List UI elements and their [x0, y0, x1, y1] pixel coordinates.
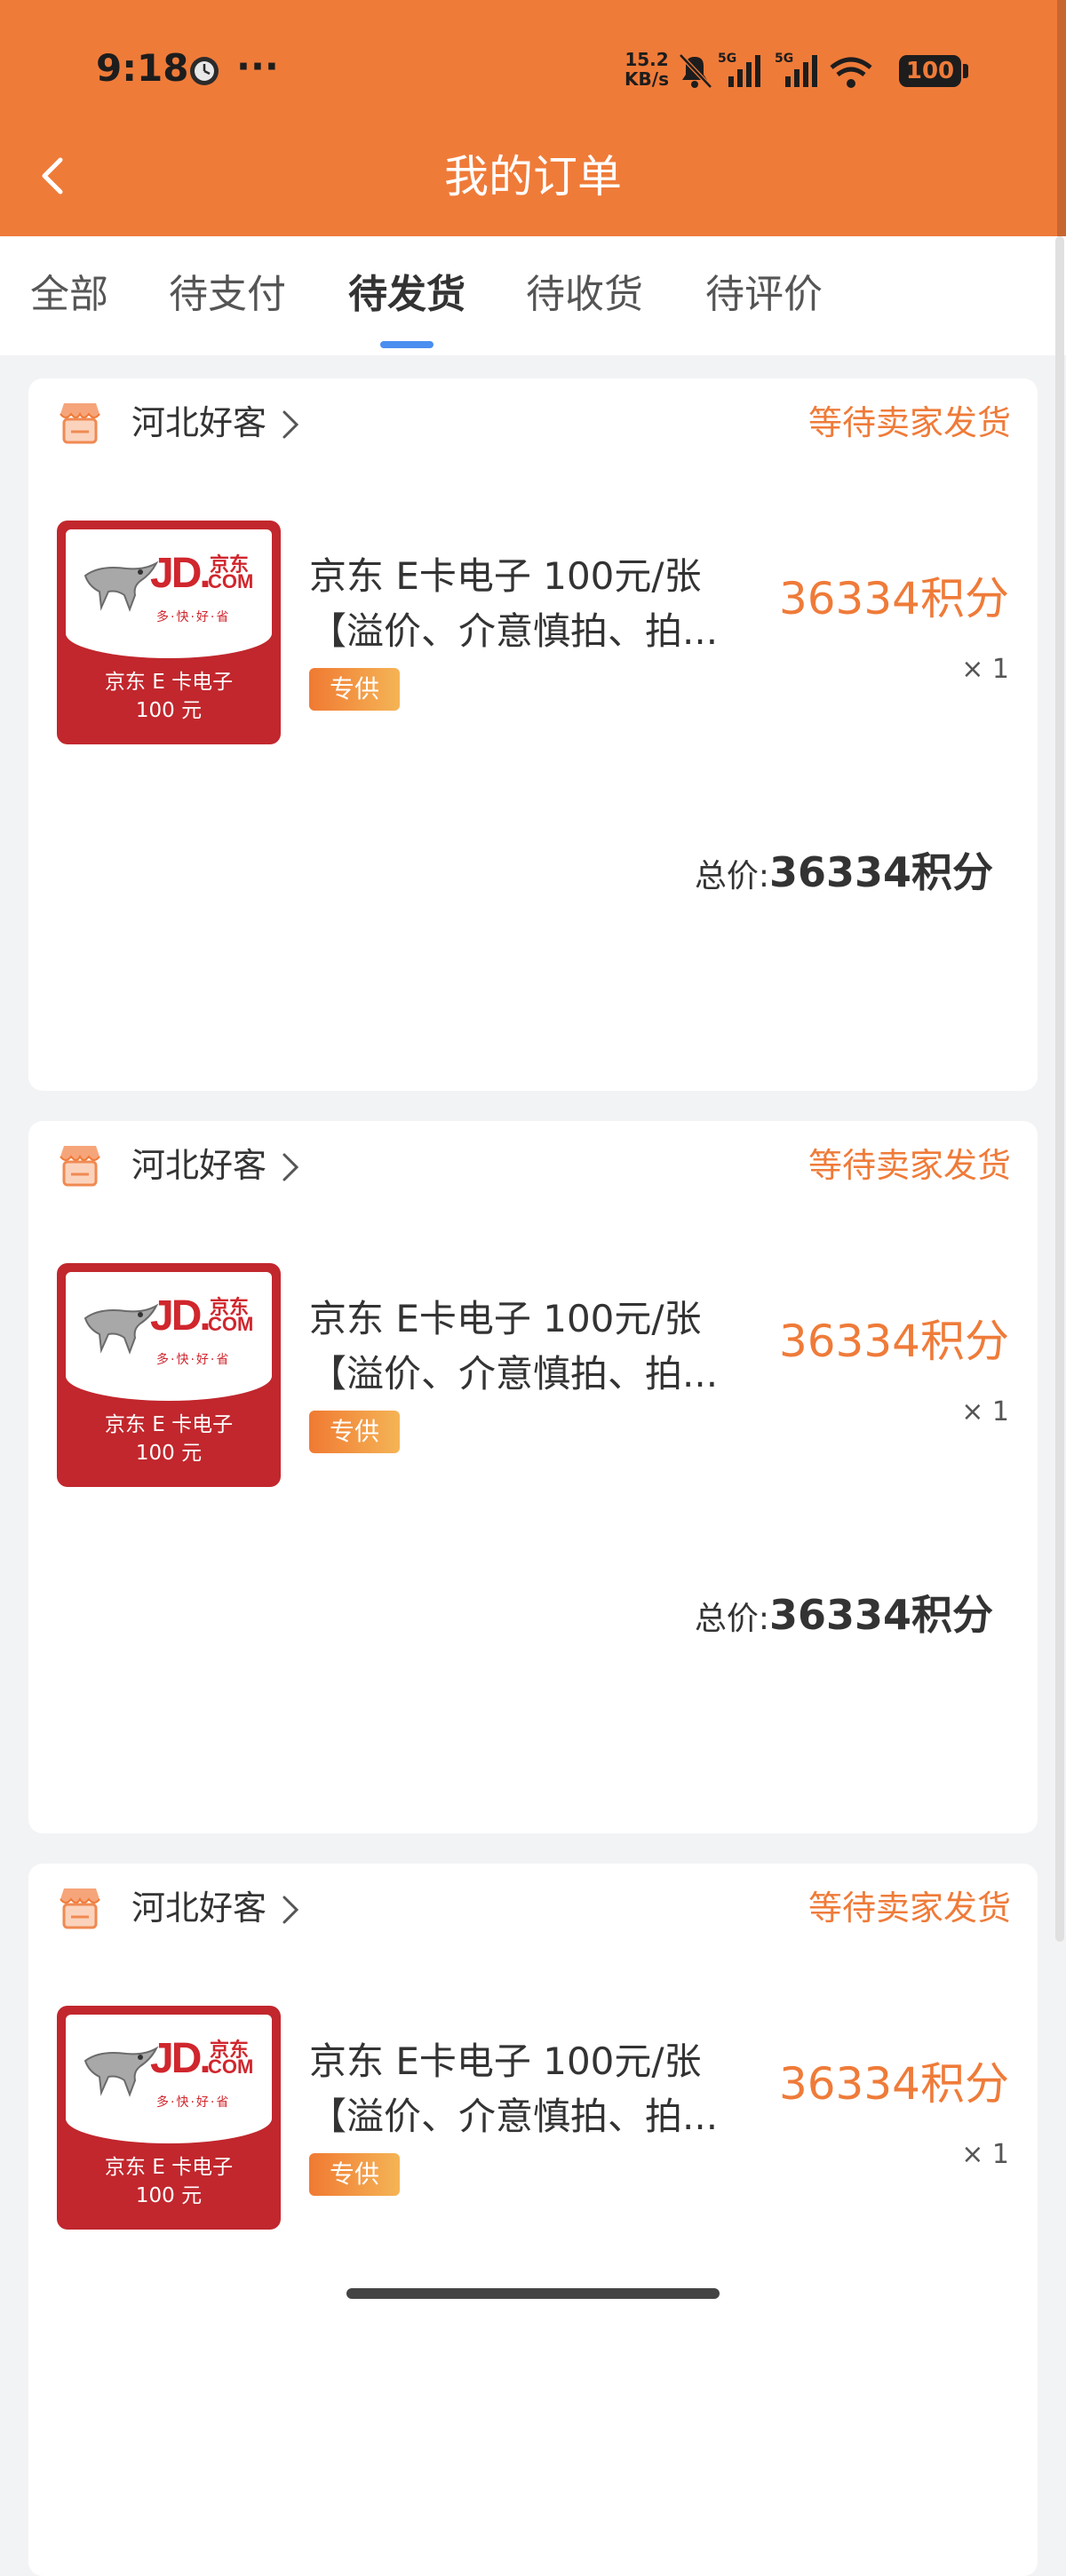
image-caption-line2: 100 元: [135, 699, 203, 722]
item-quantity: × 1: [961, 2139, 1009, 2170]
jd-wordmark: JD.: [150, 550, 211, 597]
store-name[interactable]: 河北好客: [131, 1141, 266, 1190]
jd-slogan: 多·快·好·省: [156, 610, 231, 624]
jd-logo: JD. 京东 COM 多·快·好·省: [66, 1272, 272, 1401]
product-title-line1: 京东 E卡电子 100元/张: [309, 554, 702, 598]
order-card[interactable]: 河北好客 等待卖家发货 JD. 京东 COM 多·快·好·省 京东 E 卡电子 …: [28, 1121, 1038, 1833]
status-time: 9:18: [96, 46, 189, 90]
status-bar: 9:18 ··· 15.2 KB/s 5G 5G 100: [0, 0, 1066, 142]
store-icon: [60, 1146, 100, 1187]
mute-bell-icon: [679, 53, 712, 89]
image-caption-line1: 京东 E 卡电子: [104, 2156, 234, 2179]
scrollbar[interactable]: [1055, 236, 1064, 1942]
total-label: 总价:: [694, 858, 769, 894]
jd-wordmark: JD.: [150, 1292, 211, 1340]
image-caption-line2: 100 元: [135, 1442, 203, 1465]
active-tab-indicator: [380, 341, 434, 348]
battery-icon: 100: [899, 55, 961, 87]
order-status: 等待卖家发货: [807, 1888, 1011, 1928]
signal-1-label: 5G: [718, 52, 736, 66]
network-speed-unit: KB/s: [624, 68, 669, 90]
chevron-right-icon[interactable]: [277, 407, 304, 442]
jd-slogan: 多·快·好·省: [156, 1353, 231, 1367]
jd-slogan: 多·快·好·省: [156, 2095, 231, 2110]
store-name[interactable]: 河北好客: [131, 398, 266, 448]
store-name[interactable]: 河北好客: [131, 1883, 266, 1933]
network-speed: 15.2 KB/s: [624, 50, 670, 89]
wifi-icon: [830, 57, 872, 88]
jd-com: COM: [208, 1313, 254, 1335]
order-card[interactable]: 河北好客 等待卖家发货 JD. 京东 COM 多·快·好·省 京东 E 卡电子 …: [28, 1864, 1038, 2576]
more-notifications-icon: ···: [236, 44, 279, 88]
product-title[interactable]: 京东 E卡电子 100元/张 【溢价、介意慎拍、拍...: [309, 2034, 780, 2144]
order-status: 等待卖家发货: [807, 403, 1011, 442]
app-header: 9:18 ··· 15.2 KB/s 5G 5G 100 我的订单: [0, 0, 1066, 236]
product-title[interactable]: 京东 E卡电子 100元/张 【溢价、介意慎拍、拍...: [309, 549, 780, 659]
home-indicator[interactable]: [346, 2288, 720, 2299]
product-title-line2: 【溢价、介意慎拍、拍...: [309, 1352, 719, 1395]
order-total: 总价:36334积分: [695, 1583, 993, 1642]
header-edge: [1057, 0, 1066, 236]
status-icons: 5G 5G: [679, 52, 872, 89]
order-card[interactable]: 河北好客 等待卖家发货 JD. 京东 COM 多·快·好·省 京东 E 卡电子 …: [28, 378, 1038, 1091]
product-image[interactable]: JD. 京东 COM 多·快·好·省 京东 E 卡电子 100 元: [57, 2006, 281, 2230]
image-caption: 京东 E 卡电子 100 元: [57, 1411, 281, 1467]
tab-pending-review[interactable]: 待评价: [705, 270, 823, 320]
clock-app-icon: [190, 57, 219, 85]
jd-logo: JD. 京东 COM 多·快·好·省: [66, 529, 272, 658]
image-caption-line1: 京东 E 卡电子: [104, 671, 234, 694]
item-price: 36334积分: [778, 573, 1009, 624]
exclusive-badge: 专供: [309, 1411, 400, 1453]
tab-pending-shipment[interactable]: 待发货: [348, 270, 465, 320]
total-label: 总价:: [694, 1601, 769, 1637]
jd-logo: JD. 京东 COM 多·快·好·省: [66, 2015, 272, 2143]
order-status: 等待卖家发货: [807, 1146, 1011, 1185]
order-tabs: 全部 待支付 待发货 待收货 待评价: [0, 236, 1066, 355]
image-caption-line1: 京东 E 卡电子: [104, 1413, 234, 1436]
product-title-line2: 【溢价、介意慎拍、拍...: [309, 2095, 719, 2138]
order-total: 总价:36334积分: [695, 840, 993, 899]
total-value: 36334积分: [768, 1591, 993, 1639]
item-quantity: × 1: [961, 654, 1009, 685]
product-image[interactable]: JD. 京东 COM 多·快·好·省 京东 E 卡电子 100 元: [57, 1263, 281, 1487]
item-quantity: × 1: [961, 1396, 1009, 1427]
tab-pending-payment[interactable]: 待支付: [169, 270, 286, 320]
jd-wordmark: JD.: [150, 2035, 211, 2082]
jd-com: COM: [208, 570, 254, 592]
image-caption: 京东 E 卡电子 100 元: [57, 2153, 281, 2210]
exclusive-badge: 专供: [309, 668, 400, 711]
total-value: 36334积分: [768, 848, 993, 896]
product-title-line1: 京东 E卡电子 100元/张: [309, 1297, 702, 1340]
product-title-line2: 【溢价、介意慎拍、拍...: [309, 609, 719, 653]
image-caption: 京东 E 卡电子 100 元: [57, 668, 281, 725]
store-icon: [60, 403, 100, 444]
tab-all[interactable]: 全部: [30, 270, 108, 320]
product-title[interactable]: 京东 E卡电子 100元/张 【溢价、介意慎拍、拍...: [309, 1292, 780, 1402]
product-image[interactable]: JD. 京东 COM 多·快·好·省 京东 E 卡电子 100 元: [57, 521, 281, 744]
battery-tip: [963, 64, 968, 78]
store-icon: [60, 1888, 100, 1929]
exclusive-badge: 专供: [309, 2153, 400, 2196]
tab-pending-receipt[interactable]: 待收货: [526, 270, 643, 320]
page-title: 我的订单: [444, 151, 622, 203]
item-price: 36334积分: [778, 1316, 1009, 1367]
signal-2-label: 5G: [775, 52, 793, 66]
product-title-line1: 京东 E卡电子 100元/张: [309, 2039, 702, 2083]
network-speed-value: 15.2: [624, 49, 669, 70]
chevron-right-icon[interactable]: [277, 1149, 304, 1185]
chevron-right-icon[interactable]: [277, 1892, 304, 1928]
item-price: 36334积分: [778, 2058, 1009, 2110]
jd-com: COM: [208, 2055, 254, 2078]
image-caption-line2: 100 元: [135, 2184, 203, 2207]
